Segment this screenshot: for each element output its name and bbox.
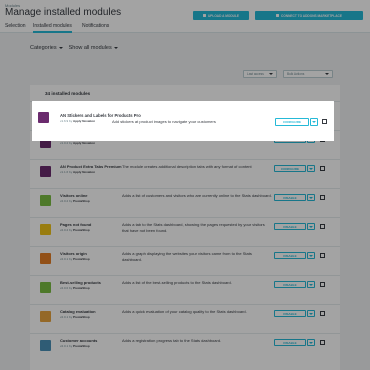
module-version: v1.6.9 by Apply Novation [60,119,96,123]
module-name[interactable]: AN Stickers and Labels for Products Pro [60,113,141,118]
configure-button[interactable]: CONFIGURE [275,118,309,126]
module-checkbox[interactable] [322,119,327,124]
module-logo-icon [38,112,49,123]
dim-overlay [0,141,370,370]
chevron-down-icon [312,121,316,123]
highlighted-module-row: AN Stickers and Labels for Products Pro … [32,101,334,141]
module-actions-dropdown[interactable] [310,118,318,126]
dim-overlay [0,0,370,101]
module-description: Add stickers at product images to naviga… [112,119,216,124]
